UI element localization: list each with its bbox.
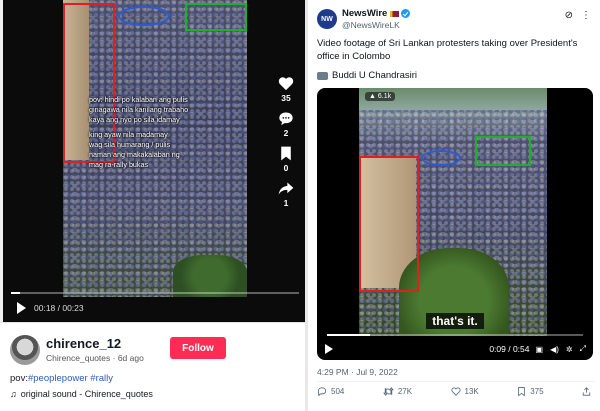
- tweet-panel: NW NewsWire @NewsWireLK ⊘ ⋮ Video footag…: [308, 0, 600, 411]
- tweet-video-player[interactable]: ▲ 6.1k that's it. 0:09 / 0:54 ▣ ◀) ✲ ⤢: [317, 88, 593, 360]
- video-subtitle-text: that's it.: [426, 313, 484, 329]
- green-highlight-box: [185, 3, 247, 31]
- grok-icon[interactable]: ⊘: [565, 10, 573, 21]
- reply-icon: [317, 387, 327, 396]
- caption-line: wag sila humarang / pulis: [89, 140, 171, 149]
- hashtag-link[interactable]: #rally: [90, 373, 113, 384]
- caption-line: kaya ang nyo po sila idamay: [89, 115, 180, 124]
- share-icon: [582, 387, 591, 396]
- caption-line: ginagawa nila kanilang trabaho: [89, 105, 189, 114]
- avatar[interactable]: NW: [317, 9, 337, 29]
- tweet-progress-fill: [327, 334, 370, 336]
- music-note-icon: ♫: [10, 389, 17, 399]
- author-handle[interactable]: @NewsWireLK: [342, 20, 400, 30]
- tweet-time: 0:09 / 0:54: [489, 344, 530, 354]
- closed-captions-icon[interactable]: ▣: [536, 345, 544, 354]
- caption-line: pov: hindi po kalaban ang pulis: [89, 95, 188, 104]
- settings-icon[interactable]: ✲: [566, 345, 573, 354]
- save-button[interactable]: 0: [271, 146, 301, 173]
- share-icon: [278, 182, 294, 195]
- heart-icon: [278, 77, 294, 91]
- caption-line: naman ang makakalaban ng: [89, 150, 180, 159]
- tweet-top-actions: ⊘ ⋮: [565, 10, 591, 21]
- view-count-text: 6.1k: [377, 93, 392, 100]
- tiktok-meta: chirence_12 Chirence_quotes · 6d ago Fol…: [0, 322, 305, 411]
- hashtag-link[interactable]: #peoplepower: [28, 373, 88, 384]
- blue-highlight-ellipse: [118, 6, 170, 26]
- tiktok-progress-bar[interactable]: [11, 292, 299, 294]
- tiktok-username[interactable]: chirence_12: [46, 336, 121, 351]
- flag-icon: [390, 10, 400, 17]
- share-count: 1: [283, 198, 289, 208]
- divider: [317, 381, 595, 382]
- sound-label: original sound - Chirence_quotes: [20, 389, 153, 399]
- credit-name: Buddi U Chandrasiri: [332, 70, 418, 81]
- retweet-icon: [382, 387, 394, 396]
- desc-prefix: pov:: [10, 373, 28, 384]
- like-count: 13K: [464, 387, 479, 396]
- tiktok-description: pov:#peoplepower #rally: [10, 373, 113, 384]
- bookmark-button[interactable]: 375: [517, 387, 544, 396]
- follow-button[interactable]: Follow: [170, 337, 226, 359]
- view-count: ▲ 6.1k: [365, 92, 396, 101]
- reply-button[interactable]: 504: [317, 387, 344, 396]
- comparison-screenshot: pov: hindi po kalaban ang pulis ginagawa…: [0, 0, 600, 411]
- avatar[interactable]: [10, 335, 40, 365]
- camera-icon: [317, 71, 328, 80]
- save-count: 0: [283, 163, 289, 173]
- retweet-count: 27K: [397, 387, 413, 396]
- like-count: 35: [281, 93, 291, 103]
- tiktok-video-caption: pov: hindi po kalaban ang pulis ginagawa…: [89, 95, 239, 170]
- retweet-button[interactable]: 27K: [382, 387, 413, 396]
- tweet-credit: Buddi U Chandrasiri: [317, 70, 417, 81]
- video-subtitle: that's it.: [317, 313, 593, 329]
- tweet-author[interactable]: NewsWire: [342, 8, 411, 19]
- caption-line: mag ra-rally bukas: [89, 160, 149, 169]
- like-button[interactable]: 35: [271, 76, 301, 103]
- green-highlight-box: [475, 136, 531, 166]
- play-icon[interactable]: [325, 344, 333, 354]
- tiktok-subline: Chirence_quotes · 6d ago: [46, 353, 144, 363]
- tiktok-time: 00:18 / 00:23: [34, 303, 84, 313]
- tiktok-video-player[interactable]: pov: hindi po kalaban ang pulis ginagawa…: [3, 0, 305, 322]
- fullscreen-icon[interactable]: ⤢: [580, 344, 586, 354]
- tweet-text: Video footage of Sri Lankan protesters t…: [317, 38, 578, 62]
- tweet-progress-bar[interactable]: [327, 334, 583, 336]
- volume-icon[interactable]: ◀): [550, 345, 559, 354]
- tweet-video-controls: 0:09 / 0:54 ▣ ◀) ✲ ⤢: [317, 340, 593, 358]
- tiktok-sound[interactable]: ♫ original sound - Chirence_quotes: [10, 389, 153, 399]
- comment-icon: [279, 112, 293, 126]
- heart-icon: [450, 387, 461, 396]
- tweet-date[interactable]: 4:29 PM · Jul 9, 2022: [317, 367, 398, 377]
- bookmark-count: 375: [530, 387, 544, 396]
- tiktok-controls: 00:18 / 00:23: [17, 301, 84, 315]
- tiktok-panel: pov: hindi po kalaban ang pulis ginagawa…: [0, 0, 305, 411]
- blue-highlight-ellipse: [421, 150, 461, 166]
- bookmark-icon: [281, 146, 291, 161]
- red-highlight-box: [359, 156, 419, 292]
- verified-icon: [401, 9, 411, 18]
- trees-image: [173, 255, 247, 297]
- more-icon[interactable]: ⋮: [581, 10, 591, 21]
- tweet-stats: 504 27K 13K 375: [317, 387, 595, 396]
- bookmark-icon: [518, 387, 525, 396]
- tiktok-progress-fill: [11, 292, 20, 294]
- reply-count: 504: [331, 387, 345, 396]
- comment-button[interactable]: 2: [271, 111, 301, 138]
- share-button[interactable]: [582, 387, 595, 396]
- like-button[interactable]: 13K: [450, 387, 479, 396]
- play-icon[interactable]: [17, 302, 26, 314]
- comment-count: 2: [283, 128, 289, 138]
- tiktok-action-bar: 35 2 0 1: [271, 76, 301, 216]
- caption-line: king ayaw nila madamay: [89, 130, 168, 139]
- share-button[interactable]: 1: [271, 181, 301, 208]
- author-name: NewsWire: [342, 8, 388, 19]
